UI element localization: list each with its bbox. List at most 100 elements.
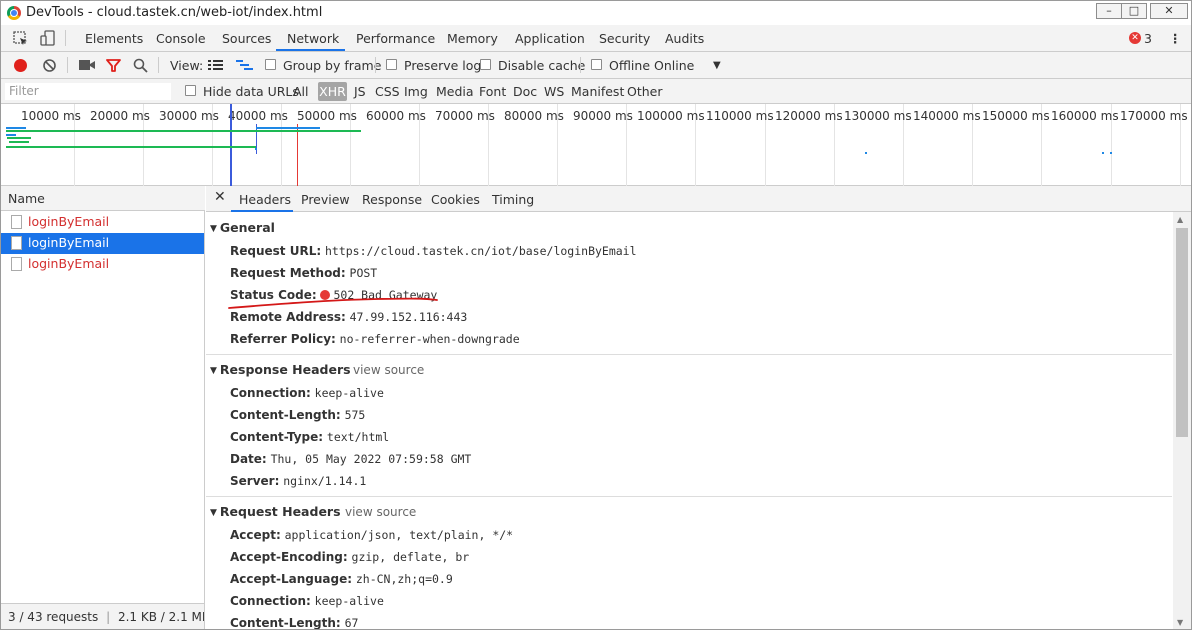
- filter-css[interactable]: CSS: [375, 84, 400, 99]
- tab-network[interactable]: Network: [287, 31, 339, 46]
- timeline-tick-label: 80000 ms: [504, 109, 564, 123]
- tab-preview[interactable]: Preview: [301, 192, 350, 207]
- timeline-tick-label: 20000 ms: [90, 109, 150, 123]
- hide-data-urls-checkbox[interactable]: [185, 85, 196, 96]
- timeline-tick-label: 160000 ms: [1051, 109, 1119, 123]
- timeline-tick-label: 130000 ms: [844, 109, 912, 123]
- referrer-policy-row: Referrer Policy: no-referrer-when-downgr…: [230, 332, 520, 346]
- error-icon[interactable]: ✕: [1129, 32, 1141, 44]
- request-name: loginByEmail: [28, 256, 110, 271]
- offline-checkbox[interactable]: [591, 59, 602, 70]
- clear-icon[interactable]: [42, 58, 57, 73]
- close-window-button[interactable]: ✕: [1150, 3, 1188, 19]
- request-bar: [6, 146, 256, 148]
- filter-js[interactable]: JS: [354, 84, 366, 99]
- request-name: loginByEmail: [28, 235, 110, 250]
- header-row: Accept: application/json, text/plain, */…: [230, 528, 514, 542]
- tab-response[interactable]: Response: [362, 192, 422, 207]
- header-row: Server: nginx/1.14.1: [230, 474, 367, 488]
- timeline-tick-label: 50000 ms: [297, 109, 357, 123]
- request-bar: [1110, 152, 1112, 154]
- filter-media[interactable]: Media: [436, 84, 474, 99]
- remote-address-row: Remote Address: 47.99.152.116:443: [230, 310, 468, 324]
- filter-doc[interactable]: Doc: [513, 84, 537, 99]
- minimize-button[interactable]: –: [1096, 3, 1122, 19]
- tab-application[interactable]: Application: [515, 31, 585, 46]
- tab-sources[interactable]: Sources: [222, 31, 271, 46]
- tab-headers[interactable]: Headers: [239, 192, 291, 207]
- group-by-frame-label: Group by frame: [283, 58, 382, 73]
- toolbar-divider: [158, 57, 159, 73]
- capture-screenshots-icon[interactable]: [79, 59, 95, 71]
- tab-timing[interactable]: Timing: [492, 192, 534, 207]
- transfer-size: 2.1 KB / 2.1 MB t...: [117, 610, 204, 624]
- timeline-tick-label: 30000 ms: [159, 109, 219, 123]
- filter-img[interactable]: Img: [404, 84, 428, 99]
- request-row-selected[interactable]: loginByEmail: [1, 233, 204, 254]
- tab-performance[interactable]: Performance: [356, 31, 435, 46]
- network-overview-timeline[interactable]: 10000 ms 20000 ms 30000 ms 40000 ms 5000…: [1, 104, 1191, 186]
- scroll-up-arrow-icon[interactable]: ▲: [1177, 215, 1183, 224]
- tab-security[interactable]: Security: [599, 31, 650, 46]
- throttling-select[interactable]: Online: [654, 58, 694, 73]
- scroll-down-arrow-icon[interactable]: ▼: [1177, 618, 1183, 627]
- request-row[interactable]: loginByEmail: [1, 254, 204, 275]
- request-view-source-link[interactable]: view source: [345, 505, 416, 519]
- timeline-tick-label: 10000 ms: [21, 109, 81, 123]
- disable-cache-checkbox[interactable]: [480, 59, 491, 70]
- header-row: Content-Type: text/html: [230, 430, 390, 444]
- filter-other[interactable]: Other: [627, 84, 663, 99]
- devtools-window: DevTools - cloud.tastek.cn/web-iot/index…: [0, 0, 1192, 630]
- filter-icon[interactable]: [106, 58, 121, 73]
- group-by-frame-checkbox[interactable]: [265, 59, 276, 70]
- request-headers-section-header[interactable]: ▼ Request Headers: [210, 504, 341, 519]
- filter-all[interactable]: All: [293, 84, 309, 99]
- scrollbar-thumb[interactable]: [1176, 228, 1188, 437]
- response-view-source-link[interactable]: view source: [353, 363, 424, 377]
- header-row: Connection: keep-alive: [230, 594, 384, 608]
- maximize-button[interactable]: □: [1121, 3, 1147, 19]
- file-icon: [11, 236, 22, 250]
- timeline-tick-label: 40000 ms: [228, 109, 288, 123]
- error-count[interactable]: 3: [1144, 31, 1152, 46]
- filter-font[interactable]: Font: [479, 84, 506, 99]
- collapse-triangle-icon: ▼: [210, 224, 217, 234]
- filter-xhr[interactable]: XHR: [318, 82, 347, 101]
- request-bar: [6, 130, 361, 132]
- tab-console[interactable]: Console: [156, 31, 206, 46]
- tab-audits[interactable]: Audits: [665, 31, 704, 46]
- active-tab-indicator: [276, 49, 345, 51]
- record-icon[interactable]: [14, 59, 27, 72]
- timeline-tick-label: 70000 ms: [435, 109, 495, 123]
- request-bar: [9, 141, 29, 143]
- details-scrollbar[interactable]: ▲ ▼: [1173, 212, 1191, 629]
- chevron-down-icon[interactable]: ▼: [713, 60, 721, 71]
- network-toolbar: View: Group by frame Preserve log Disabl…: [1, 52, 1191, 79]
- more-options-icon[interactable]: ⋮: [1169, 31, 1182, 46]
- general-section-header[interactable]: ▼ General: [210, 220, 275, 235]
- search-icon[interactable]: [133, 58, 148, 73]
- filter-manifest[interactable]: Manifest: [571, 84, 624, 99]
- request-bar: [865, 152, 867, 154]
- request-url-row: Request URL: https://cloud.tastek.cn/iot…: [230, 244, 637, 258]
- request-row[interactable]: loginByEmail: [1, 212, 204, 233]
- title-bar: DevTools - cloud.tastek.cn/web-iot/index…: [1, 1, 1191, 25]
- filter-input[interactable]: Filter: [5, 83, 171, 100]
- preserve-log-label: Preserve log: [404, 58, 482, 73]
- tab-cookies[interactable]: Cookies: [431, 192, 480, 207]
- inspect-element-icon[interactable]: [13, 31, 29, 47]
- tab-elements[interactable]: Elements: [85, 31, 143, 46]
- waterfall-icon[interactable]: [236, 59, 254, 71]
- toolbar-divider: [375, 57, 376, 73]
- preserve-log-checkbox[interactable]: [386, 59, 397, 70]
- tab-memory[interactable]: Memory: [447, 31, 498, 46]
- large-rows-icon[interactable]: [208, 59, 224, 71]
- request-bar: [256, 127, 320, 129]
- device-toolbar-icon[interactable]: [40, 30, 56, 47]
- chrome-logo-icon: [7, 6, 21, 20]
- filter-ws[interactable]: WS: [544, 84, 564, 99]
- name-column-header[interactable]: Name: [1, 186, 205, 211]
- close-details-icon[interactable]: ✕: [214, 189, 226, 205]
- collapse-triangle-icon: ▼: [210, 508, 217, 518]
- response-headers-section-header[interactable]: ▼ Response Headers: [210, 362, 351, 377]
